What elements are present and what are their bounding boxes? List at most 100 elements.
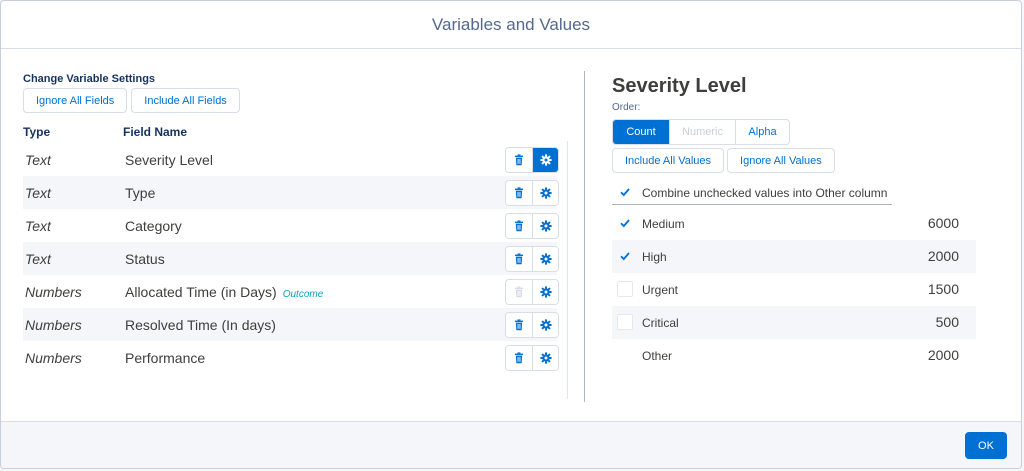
field-name: Performance xyxy=(125,350,205,366)
trash-icon xyxy=(515,154,523,166)
trash-icon xyxy=(515,220,523,232)
gear-icon xyxy=(539,154,552,166)
ignore-all-values-button[interactable]: Ignore All Values xyxy=(727,148,835,173)
modal-title: Variables and Values xyxy=(431,14,591,34)
row-actions xyxy=(505,213,559,239)
list-scroll-edge xyxy=(567,141,568,399)
order-option-count[interactable]: Count xyxy=(613,120,669,144)
field-name-label: Severity Level xyxy=(125,152,213,168)
combine-label: Combine unchecked values into Other colu… xyxy=(642,186,888,200)
field-type: Text xyxy=(25,251,51,267)
modal-footer: OK xyxy=(1,421,1021,468)
order-label: Order: xyxy=(612,102,641,113)
field-name: Type xyxy=(125,185,155,201)
gear-icon xyxy=(539,187,552,199)
field-row: Numbers Resolved Time (In days) xyxy=(23,308,559,341)
modal-header: Variables and Values xyxy=(1,1,1021,49)
field-row: Text Severity Level xyxy=(23,143,559,176)
checkmark-icon xyxy=(620,252,630,261)
delete-field-button[interactable] xyxy=(506,181,532,205)
column-headers: Type Field Name xyxy=(23,119,568,145)
field-type: Text xyxy=(25,218,51,234)
field-type: Numbers xyxy=(25,350,82,366)
field-name-column-header: Field Name xyxy=(123,125,188,139)
field-name: Status xyxy=(125,251,165,267)
panel-divider xyxy=(584,71,585,402)
value-checkbox[interactable] xyxy=(617,215,633,231)
include-all-values-button[interactable]: Include All Values xyxy=(612,148,725,173)
value-name: Urgent xyxy=(642,283,679,297)
field-row: Numbers Allocated Time (in Days) Outcome xyxy=(23,275,559,308)
delete-field-button[interactable] xyxy=(506,346,532,370)
value-settings-panel: Severity Level Order: Count Numeric Alpha … xyxy=(612,75,976,372)
value-row: Medium 6000 xyxy=(612,207,976,240)
delete-field-button[interactable] xyxy=(506,148,532,172)
field-type: Numbers xyxy=(25,317,82,333)
value-actions: Include All Values Ignore All Values xyxy=(612,148,976,173)
section-label: Change Variable Settings xyxy=(23,73,156,85)
combine-checkbox[interactable] xyxy=(617,184,633,200)
field-name: Category xyxy=(125,218,182,234)
value-count: 1500 xyxy=(927,281,959,297)
row-actions xyxy=(505,312,559,338)
value-name: High xyxy=(642,250,667,264)
trash-icon xyxy=(515,319,523,331)
delete-field-button[interactable] xyxy=(506,214,532,238)
order-option-alpha[interactable]: Alpha xyxy=(735,120,789,144)
field-settings-button[interactable] xyxy=(532,181,558,205)
field-settings-button[interactable] xyxy=(532,247,558,271)
field-settings-button[interactable] xyxy=(532,346,558,370)
value-checkbox[interactable] xyxy=(617,314,633,330)
order-option-numeric: Numeric xyxy=(669,120,735,144)
type-column-header: Type xyxy=(23,125,51,139)
delete-field-button[interactable] xyxy=(506,313,532,337)
ignore-all-fields-button[interactable]: Ignore All Fields xyxy=(23,88,128,113)
gear-icon xyxy=(539,253,552,265)
field-settings-button[interactable] xyxy=(532,313,558,337)
outcome-badge: Outcome xyxy=(282,289,324,300)
row-actions xyxy=(505,345,559,371)
gear-icon xyxy=(539,319,552,331)
trash-icon xyxy=(515,352,523,364)
field-name-label: Category xyxy=(125,218,182,234)
field-name-label: Allocated Time (in Days) xyxy=(125,284,277,300)
trash-icon xyxy=(515,253,523,265)
row-actions xyxy=(505,180,559,206)
field-name-label: Status xyxy=(125,251,165,267)
field-settings-button[interactable] xyxy=(532,214,558,238)
gear-icon xyxy=(539,352,552,364)
variables-modal: Variables and Values Change Variable Set… xyxy=(0,0,1022,469)
value-count: 6000 xyxy=(927,215,959,231)
field-type: Text xyxy=(25,152,51,168)
field-name: Resolved Time (In days) xyxy=(125,317,276,333)
trash-icon xyxy=(515,286,523,298)
gear-icon xyxy=(539,286,552,298)
variable-title: Severity Level xyxy=(612,75,747,97)
field-row: Text Type xyxy=(23,176,559,209)
field-settings-button[interactable] xyxy=(532,280,558,304)
row-actions xyxy=(505,279,559,305)
value-checkbox[interactable] xyxy=(617,281,633,297)
checkmark-icon xyxy=(620,219,630,228)
value-count: 2000 xyxy=(927,347,959,363)
field-type: Numbers xyxy=(25,284,82,300)
row-actions xyxy=(505,147,559,173)
field-name: Allocated Time (in Days) Outcome xyxy=(125,284,323,300)
combine-option[interactable]: Combine unchecked values into Other colu… xyxy=(612,177,892,205)
ok-button[interactable]: OK xyxy=(965,432,1007,459)
checkmark-icon xyxy=(620,188,630,197)
value-row: High 2000 xyxy=(612,240,976,273)
field-name: Severity Level xyxy=(125,152,213,168)
value-row: Other 2000 xyxy=(612,339,976,372)
value-list: Medium 6000 High 2000 Urgent 1500 Critical 500 O… xyxy=(612,207,976,372)
include-all-fields-button[interactable]: Include All Fields xyxy=(131,88,240,113)
field-settings-button[interactable] xyxy=(532,148,558,172)
value-row: Critical 500 xyxy=(612,306,976,339)
field-name-label: Performance xyxy=(125,350,206,366)
value-name: Medium xyxy=(642,217,685,231)
field-list: Text Severity Level Text Type Text Category Te… xyxy=(23,143,559,374)
row-actions xyxy=(505,246,559,272)
value-checkbox[interactable] xyxy=(617,248,633,264)
delete-field-button[interactable] xyxy=(506,247,532,271)
value-count: 500 xyxy=(935,314,959,330)
